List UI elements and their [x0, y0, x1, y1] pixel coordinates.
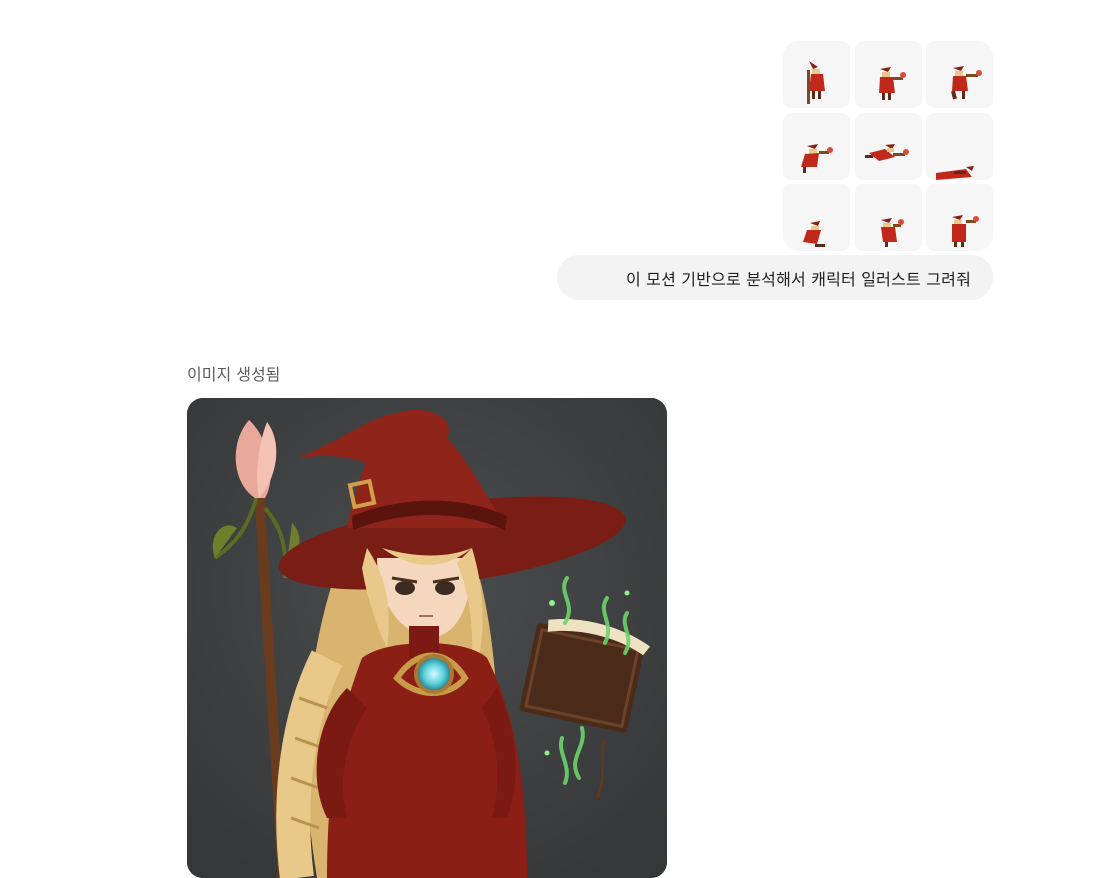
attachment-thumb[interactable]	[926, 184, 993, 251]
image-generated-label: 이미지 생성됨	[187, 365, 281, 384]
attachment-thumb[interactable]	[783, 112, 850, 180]
witch-illustration	[187, 398, 667, 878]
sprite-image	[807, 61, 825, 104]
user-message-bubble: 이 모션 기반으로 분석해서 캐릭터 일러스트 그려줘	[557, 255, 993, 300]
attachment-thumb[interactable]	[854, 112, 922, 180]
sprite-image	[952, 215, 979, 247]
user-message-text: 이 모션 기반으로 분석해서 캐릭터 일러스트 그려줘	[625, 269, 971, 289]
sprite-image	[880, 218, 904, 247]
attachment-thumb[interactable]	[854, 184, 922, 251]
sprite-image	[803, 221, 825, 247]
sprite-image	[936, 165, 974, 180]
attachment-thumb[interactable]	[783, 184, 850, 251]
attachment-thumb[interactable]	[783, 41, 850, 108]
attachment-thumb[interactable]	[926, 41, 993, 108]
generated-image[interactable]	[187, 398, 667, 878]
sprite-image	[864, 143, 909, 161]
sprite-image	[951, 66, 982, 100]
attachment-thumb[interactable]	[854, 41, 922, 108]
sprite-image	[801, 143, 833, 173]
attachment-grid	[783, 41, 993, 251]
attachment-thumb[interactable]	[926, 112, 993, 180]
sprite-image	[878, 67, 906, 100]
